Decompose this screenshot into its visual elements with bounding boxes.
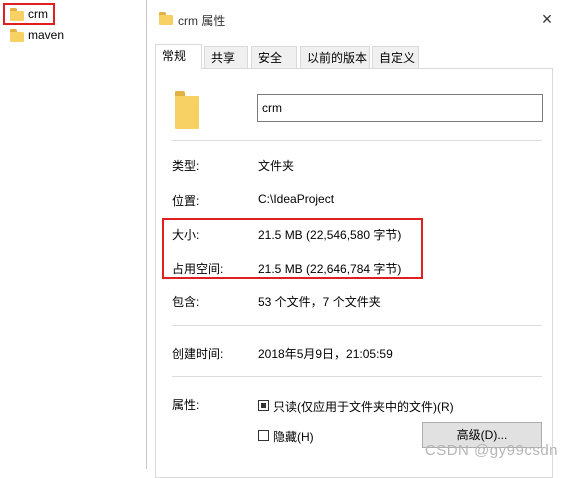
tab-sharing[interactable]: 共享: [204, 46, 248, 68]
general-panel: 类型: 文件夹 位置: C:\IdeaProject 大小: 21.5 MB (…: [155, 68, 553, 478]
created-value: 2018年5月9日，21:05:59: [258, 347, 393, 361]
close-icon: ×: [541, 9, 553, 29]
contains-value: 53 个文件，7 个文件夹: [258, 295, 381, 309]
location-value: C:\IdeaProject: [258, 192, 335, 206]
type-value: 文件夹: [258, 159, 295, 173]
contains-label: 包含:: [172, 295, 200, 309]
readonly-checkbox[interactable]: [258, 400, 269, 411]
tree-item-label: maven: [28, 28, 65, 42]
type-label: 类型:: [172, 159, 200, 173]
tab-security[interactable]: 安全: [251, 46, 297, 68]
folder-icon: [159, 12, 173, 25]
tab-bar: 常规 共享 安全 以前的版本 自定义: [155, 44, 555, 69]
attributes-label: 属性:: [172, 398, 200, 412]
disk-size-label: 占用空间:: [172, 262, 224, 276]
indeterminate-mark: [261, 403, 266, 408]
divider: [172, 325, 542, 326]
close-button[interactable]: ×: [536, 8, 558, 30]
location-label: 位置:: [172, 194, 200, 208]
divider: [172, 140, 542, 141]
hidden-label: 隐藏(H): [273, 430, 314, 444]
hidden-checkbox[interactable]: [258, 430, 269, 441]
folder-icon: [10, 29, 24, 42]
size-value: 21.5 MB (22,546,580 字节): [258, 228, 402, 242]
size-label: 大小:: [172, 228, 200, 242]
tab-general[interactable]: 常规: [155, 44, 202, 69]
dialog-title: crm 属性: [178, 14, 226, 28]
created-label: 创建时间:: [172, 347, 224, 361]
disk-size-value: 21.5 MB (22,646,784 字节): [258, 262, 402, 276]
folder-icon: [175, 91, 199, 129]
readonly-label: 只读(仅应用于文件夹中的文件)(R): [273, 400, 454, 414]
tree-item-maven[interactable]: maven: [4, 26, 144, 46]
divider: [172, 376, 542, 377]
tab-customize[interactable]: 自定义: [372, 46, 419, 68]
tab-previous-versions[interactable]: 以前的版本: [300, 46, 370, 68]
properties-dialog: crm 属性 × 常规 共享 安全 以前的版本 自定义 类型: 文件夹 位置: …: [146, 0, 566, 478]
title-bar[interactable]: crm 属性 ×: [147, 0, 566, 38]
name-input[interactable]: [257, 94, 543, 122]
watermark: CSDN @gy99csdn: [424, 442, 558, 459]
highlight-box-crm: [3, 3, 55, 25]
